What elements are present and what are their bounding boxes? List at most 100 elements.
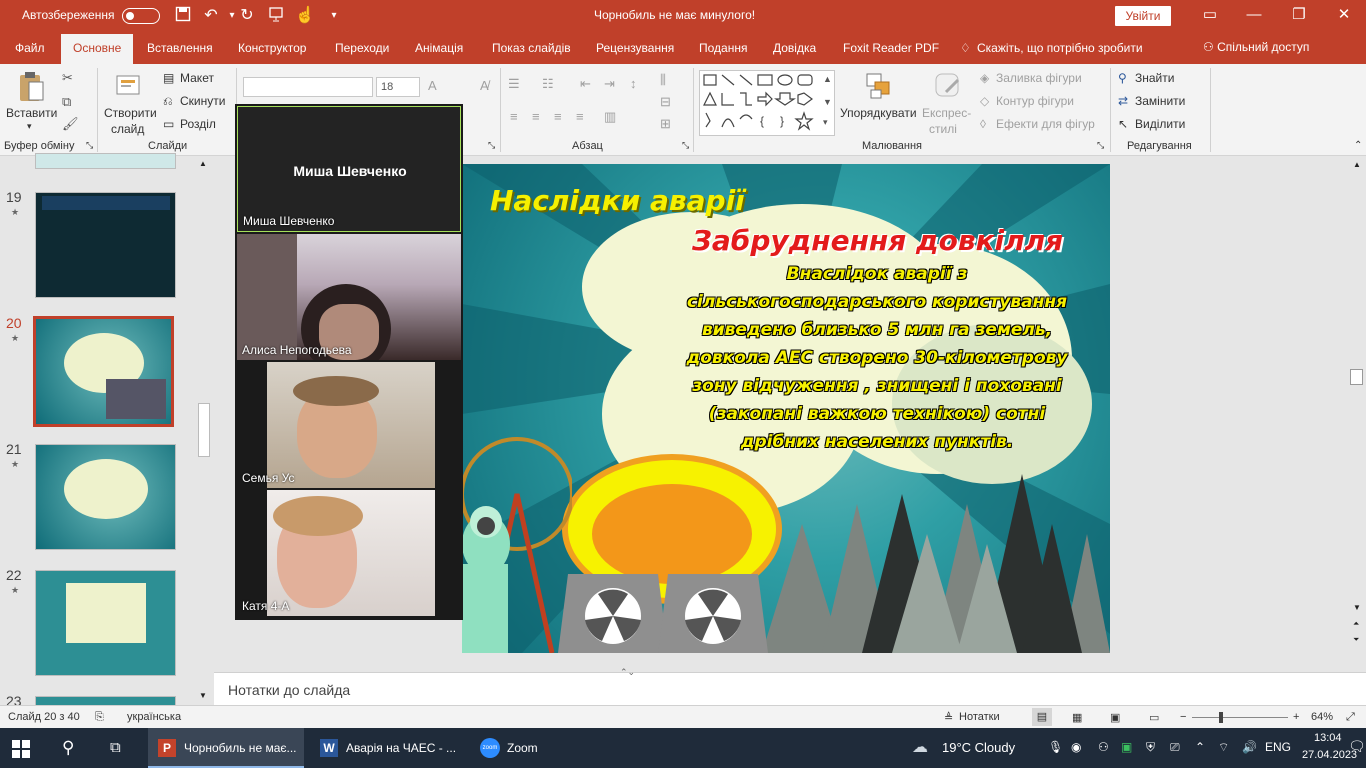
windows-start-icon[interactable] — [12, 728, 38, 768]
video-tile[interactable]: Катя 4-А — [237, 490, 461, 616]
reset-button[interactable]: Скинути — [180, 94, 225, 108]
network-tray-icon[interactable]: ⚇ — [1098, 740, 1109, 754]
tab-review[interactable]: Рецензування — [596, 41, 674, 55]
zoom-level[interactable]: 64% — [1311, 711, 1333, 723]
video-tile-active-speaker[interactable]: Миша Шевченко Миша Шевченко — [237, 106, 461, 232]
format-painter-icon[interactable]: 🖌 — [62, 116, 79, 132]
input-language[interactable]: ENG — [1265, 740, 1291, 754]
line-spacing-icon[interactable]: ↕ — [630, 76, 637, 91]
ribbon-options-icon[interactable]: ▭ — [1198, 4, 1222, 26]
new-slide-button[interactable]: Створити — [104, 106, 157, 120]
volume-icon[interactable]: 🔊 — [1242, 740, 1257, 754]
slide-sorter-icon[interactable]: ▦ — [1072, 711, 1082, 724]
numbering-icon[interactable]: ☷ — [542, 76, 554, 92]
font-launcher-icon[interactable]: ⤡ — [488, 140, 495, 151]
normal-view-icon[interactable]: ▤ — [1032, 708, 1052, 726]
tab-transitions[interactable]: Переходи — [335, 41, 389, 55]
align-right-icon[interactable]: ≡ — [554, 109, 562, 124]
justify-icon[interactable]: ≡ — [576, 109, 584, 124]
reading-view-icon[interactable]: ▣ — [1110, 711, 1120, 724]
app-tray-icon[interactable]: ▣ — [1121, 740, 1132, 754]
video-tile[interactable]: Алиса Непогодьева — [237, 234, 461, 360]
chevron-up-icon[interactable]: ⌃ — [1195, 740, 1205, 754]
drawing-launcher-icon[interactable]: ⤡ — [1097, 140, 1104, 151]
quick-styles-icon[interactable] — [932, 70, 964, 102]
shape-effects-button[interactable]: Ефекти для фігур — [996, 117, 1095, 131]
slide-thumbnail-21[interactable] — [35, 444, 176, 550]
security-tray-icon[interactable]: ⛨ — [1146, 740, 1155, 755]
tab-foxit[interactable]: Foxit Reader PDF — [843, 41, 939, 55]
zoom-out-icon[interactable]: − — [1180, 711, 1186, 723]
customize-toolbar-icon[interactable]: ▾ — [324, 6, 344, 26]
taskbar-app-word[interactable]: W Аварія на ЧАЕС - ... — [310, 728, 466, 768]
new-slide-icon[interactable] — [113, 70, 143, 100]
scroll-thumb[interactable] — [1350, 369, 1363, 385]
tab-view[interactable]: Подання — [699, 41, 747, 55]
quick-styles-button[interactable]: Експрес- — [922, 106, 971, 120]
cut-icon[interactable]: ✂ — [62, 70, 73, 86]
scroll-thumb[interactable] — [198, 403, 210, 457]
close-icon[interactable]: ✕ — [1332, 4, 1356, 26]
slideshow-view-icon[interactable]: ▭ — [1149, 711, 1159, 724]
tab-slideshow[interactable]: Показ слайдів — [492, 41, 571, 55]
layout-button[interactable]: Макет — [180, 71, 214, 85]
gallery-down-icon[interactable]: ▼ — [823, 97, 832, 107]
paste-button[interactable]: Вставити — [6, 106, 57, 120]
notes-pane[interactable]: ⌃⌄ Нотатки до слайда — [214, 667, 1366, 705]
zoom-slider[interactable] — [1192, 717, 1288, 718]
zoom-slider-thumb[interactable] — [1219, 712, 1223, 723]
restore-icon[interactable]: ❐ — [1287, 4, 1311, 26]
taskbar-app-powerpoint[interactable]: P Чорнобиль не має... — [148, 728, 304, 768]
align-center-icon[interactable]: ≡ — [532, 109, 540, 124]
notes-resize-handle[interactable]: ⌃⌄ — [620, 667, 635, 678]
slide-thumbnail-20[interactable] — [33, 316, 174, 427]
decrease-indent-icon[interactable]: ⇤ — [580, 76, 591, 92]
save-icon[interactable] — [173, 6, 193, 26]
columns-icon[interactable]: ▥ — [604, 109, 616, 125]
text-direction-icon[interactable]: ⫼ — [660, 72, 666, 88]
shape-outline-button[interactable]: Контур фігури — [996, 94, 1074, 108]
slide-canvas[interactable]: Наслідки аварії Забруднення довкілля Вна… — [462, 164, 1110, 653]
shapes-gallery[interactable]: {} — [699, 70, 835, 136]
align-text-icon[interactable]: ⊟ — [660, 94, 671, 110]
wifi-icon[interactable]: ⌔ — [1218, 740, 1229, 755]
grow-font-icon[interactable]: A — [428, 78, 437, 93]
video-tile[interactable]: Семья Ус — [237, 362, 461, 488]
tab-file[interactable]: Файл — [15, 41, 45, 55]
share-button[interactable]: ⚇ Спільний доступ — [1203, 40, 1309, 54]
notes-toggle-button[interactable]: Нотатки — [959, 711, 1000, 723]
tell-me-search[interactable]: Скажіть, що потрібно зробити — [977, 41, 1143, 55]
clock-time[interactable]: 13:04 — [1314, 732, 1342, 744]
autosave-toggle[interactable] — [122, 8, 160, 24]
section-button[interactable]: Розділ — [180, 117, 216, 131]
gallery-more-icon[interactable]: ▾ — [823, 117, 828, 128]
paste-icon[interactable] — [17, 70, 45, 104]
slide-thumbnail-19[interactable] — [35, 192, 176, 298]
arrange-button[interactable]: Упорядкувати — [840, 106, 917, 120]
select-button[interactable]: Виділити — [1135, 117, 1185, 131]
redo-icon[interactable]: ↻ — [237, 6, 257, 26]
arrange-icon[interactable] — [863, 70, 895, 102]
font-size-combo[interactable]: 18 — [376, 77, 420, 97]
cast-tray-icon[interactable]: ⎚ — [1170, 740, 1180, 755]
tab-animations[interactable]: Анімація — [415, 41, 463, 55]
scroll-down-icon[interactable]: ▼ — [199, 691, 207, 700]
gallery-up-icon[interactable]: ▲ — [823, 74, 832, 84]
tab-insert[interactable]: Вставлення — [147, 41, 213, 55]
microphone-icon[interactable]: 🎙 — [1048, 740, 1063, 754]
tab-help[interactable]: Довідка — [773, 41, 816, 55]
scroll-down-icon[interactable]: ▼ — [1353, 603, 1361, 612]
touch-mode-icon[interactable]: ☝ — [295, 6, 315, 26]
editor-scrollbar[interactable]: ▲ ▼ ⏶ ⏷ — [1348, 157, 1366, 672]
zoom-in-icon[interactable]: + — [1293, 711, 1299, 723]
spellcheck-icon[interactable]: ⎘ — [95, 711, 104, 724]
bullets-icon[interactable]: ☰ — [508, 76, 520, 92]
scroll-up-icon[interactable]: ▲ — [199, 159, 207, 168]
copy-icon[interactable]: ⧉ — [62, 94, 71, 110]
font-family-combo[interactable] — [243, 77, 373, 97]
weather-text[interactable]: 19°C Cloudy — [942, 740, 1015, 755]
present-icon[interactable] — [266, 6, 286, 26]
language-indicator[interactable]: українська — [127, 711, 181, 723]
zoom-tray-icon[interactable]: ◉ — [1071, 740, 1081, 754]
scroll-up-icon[interactable]: ▲ — [1353, 160, 1361, 169]
